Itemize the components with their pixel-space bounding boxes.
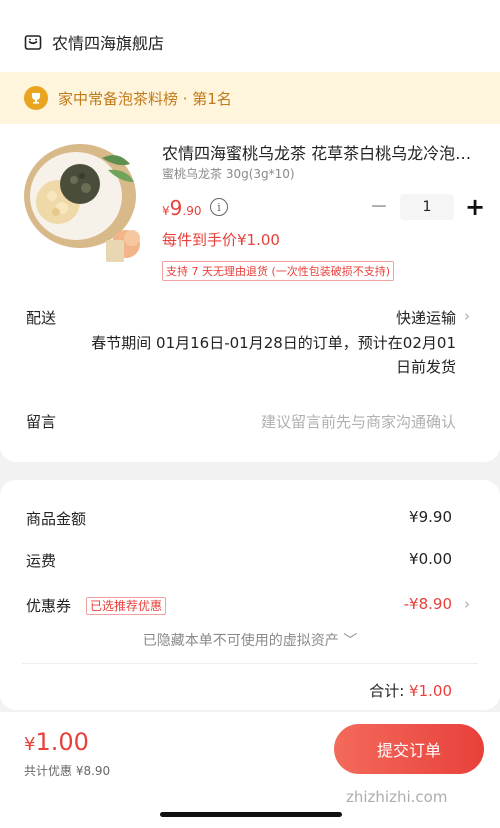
shop-row[interactable]: 农情四海旗舰店	[24, 26, 164, 58]
submit-order-button[interactable]: 提交订单	[334, 724, 484, 774]
goods-amount-value: ¥9.90	[409, 508, 452, 526]
product-spec[interactable]: 蜜桃乌龙茶 30g(3g*10)	[162, 165, 295, 182]
coupon-badge: 已选推荐优惠	[86, 597, 167, 615]
divider	[22, 663, 478, 664]
remark-input[interactable]: 建议留言前先与商家沟通确认	[261, 411, 456, 432]
quantity-input[interactable]: 1	[400, 194, 454, 220]
goods-amount-label: 商品金额	[26, 510, 87, 528]
total-discount: 共计优惠 ¥8.90	[24, 764, 111, 778]
total-price: ¥ 1.00	[24, 728, 89, 756]
product-price: ¥ 9 .90	[162, 196, 201, 220]
total-main: 1.00	[35, 728, 89, 756]
info-icon[interactable]: i	[210, 198, 228, 216]
ranking-text: 家中常备泡茶料榜 · 第1名	[58, 89, 232, 108]
subtotal-label: 合计:	[369, 682, 410, 700]
shipping-value: ¥0.00	[409, 550, 452, 568]
coupon-value[interactable]: -¥8.90	[404, 595, 452, 613]
coupon-label[interactable]: 优惠券	[26, 595, 71, 616]
ranking-banner[interactable]: 家中常备泡茶料榜 · 第1名	[0, 72, 500, 124]
price-main: 9	[169, 196, 183, 220]
plus-icon[interactable]: +	[464, 195, 486, 219]
hidden-assets-toggle[interactable]: 已隐藏本单不可使用的虚拟资产 ﹀	[0, 630, 500, 650]
watermark: zhizhizhi.com	[346, 788, 448, 806]
quantity-stepper: − 1 +	[368, 194, 486, 220]
return-policy-tag: 支持 7 天无理由退货 (一次性包装破损不支持)	[162, 261, 395, 281]
subtotal: 合计: ¥1.00	[369, 680, 452, 701]
total-symbol: ¥	[24, 734, 36, 755]
remark-label: 留言	[26, 413, 57, 431]
shop-icon	[24, 35, 42, 50]
shipping-label: 运费	[26, 552, 57, 570]
shop-name[interactable]: 农情四海旗舰店	[52, 30, 164, 54]
product-image[interactable]	[22, 140, 146, 268]
price-symbol: ¥	[162, 204, 170, 218]
product-title[interactable]: 农情四海蜜桃乌龙茶 花草茶白桃乌龙冷泡茶包	[162, 140, 478, 164]
delivery-note: 春节期间 01月16日-01月28日的订单，预计在02月01日前发货	[91, 334, 456, 376]
delivery-method[interactable]: 快递运输	[396, 307, 456, 328]
chevron-right-icon[interactable]: ›	[464, 595, 470, 613]
home-indicator[interactable]	[160, 812, 342, 817]
delivery-label: 配送	[26, 309, 57, 327]
price-decimal: .90	[182, 204, 202, 218]
minus-icon[interactable]: −	[368, 196, 390, 218]
subtotal-value: ¥1.00	[409, 682, 452, 700]
unit-price: 每件到手价¥1.00	[162, 231, 280, 249]
trophy-icon	[24, 86, 48, 110]
chevron-right-icon[interactable]: ›	[464, 307, 470, 325]
